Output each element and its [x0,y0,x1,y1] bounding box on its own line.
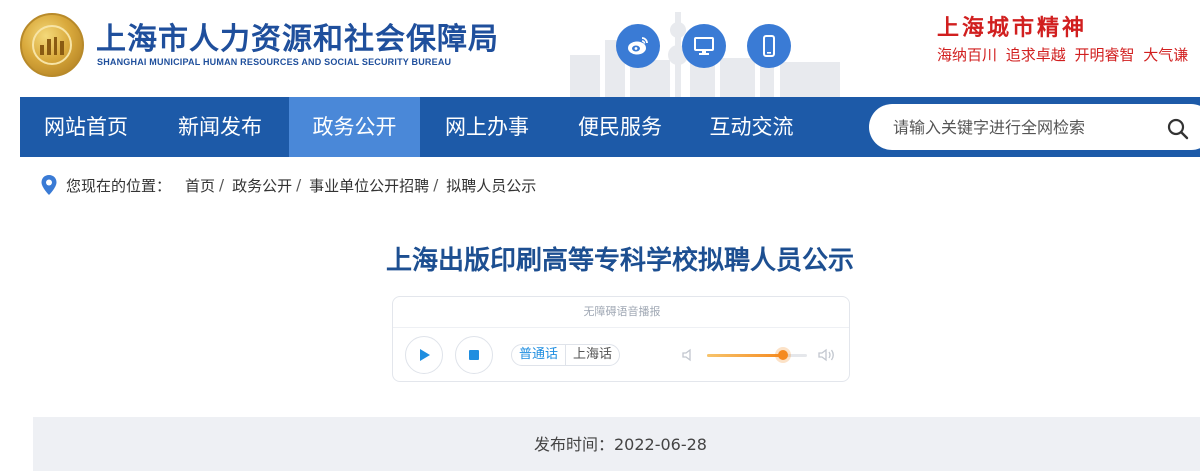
breadcrumb-separator: / [296,176,302,194]
nav-item-news[interactable]: 新闻发布 [152,97,288,157]
volume-low-icon[interactable] [681,347,697,363]
monitor-icon[interactable] [682,24,726,68]
volume-level [707,354,783,357]
play-button[interactable] [405,336,443,374]
stop-button[interactable] [455,336,493,374]
breadcrumb-label: 您现在的位置： [66,176,172,195]
nav-item-public-services[interactable]: 便民服务 [554,97,686,157]
dialect-shanghainese[interactable]: 上海话 [565,345,619,365]
city-spirit-title: 上海城市精神 [937,15,1088,41]
nav-item-government-affairs[interactable]: 政务公开 [289,97,420,157]
site-header: 上海市人力资源和社会保障局 SHANGHAI MUNICIPAL HUMAN R… [0,0,1200,97]
breadcrumb-separator: / [219,176,225,194]
weibo-icon[interactable] [616,24,660,68]
search-input[interactable] [893,104,1153,150]
breadcrumb-current[interactable]: 拟聘人员公示 [446,175,536,196]
publish-time: 发布时间：2022-06-28 [534,435,707,454]
player-label: 无障碍语音播报 [583,305,661,318]
breadcrumb-home[interactable]: 首页 [185,175,215,196]
breadcrumb-separator: / [433,176,439,194]
stop-icon [469,350,479,360]
dialect-mandarin[interactable]: 普通话 [512,345,565,365]
volume-handle[interactable] [778,350,788,360]
site-subtitle: SHANGHAI MUNICIPAL HUMAN RESOURCES AND S… [97,57,452,67]
location-pin-icon [41,175,57,195]
breadcrumb: 您现在的位置： 首页 / 政务公开 / 事业单位公开招聘 / 拟聘人员公示 [40,172,536,198]
nav-item-home[interactable]: 网站首页 [20,97,152,157]
dialect-switch: 普通话 上海话 [511,344,621,366]
audio-player: 无障碍语音播报 普通话 上海话 [392,296,850,382]
site-search [869,104,1200,150]
publish-info-bar: 发布时间：2022-06-28 [33,417,1200,471]
site-title[interactable]: 上海市人力资源和社会保障局 [96,14,499,58]
city-spirit-slogan: 海纳百川 追求卓越 开明睿智 大气谦 [937,46,1189,64]
bureau-emblem-icon[interactable] [20,13,84,77]
article-title: 上海出版印刷高等专科学校拟聘人员公示 [385,246,854,276]
search-icon[interactable] [1166,117,1190,141]
volume-slider[interactable] [707,350,807,360]
breadcrumb-recruitment[interactable]: 事业单位公开招聘 [309,175,429,196]
nav-item-interaction[interactable]: 互动交流 [686,97,817,157]
nav-item-online-services[interactable]: 网上办事 [420,97,554,157]
volume-high-icon[interactable] [817,347,837,363]
breadcrumb-government-affairs[interactable]: 政务公开 [232,175,292,196]
play-icon [420,349,430,361]
mobile-icon[interactable] [747,24,791,68]
player-divider [393,327,849,328]
